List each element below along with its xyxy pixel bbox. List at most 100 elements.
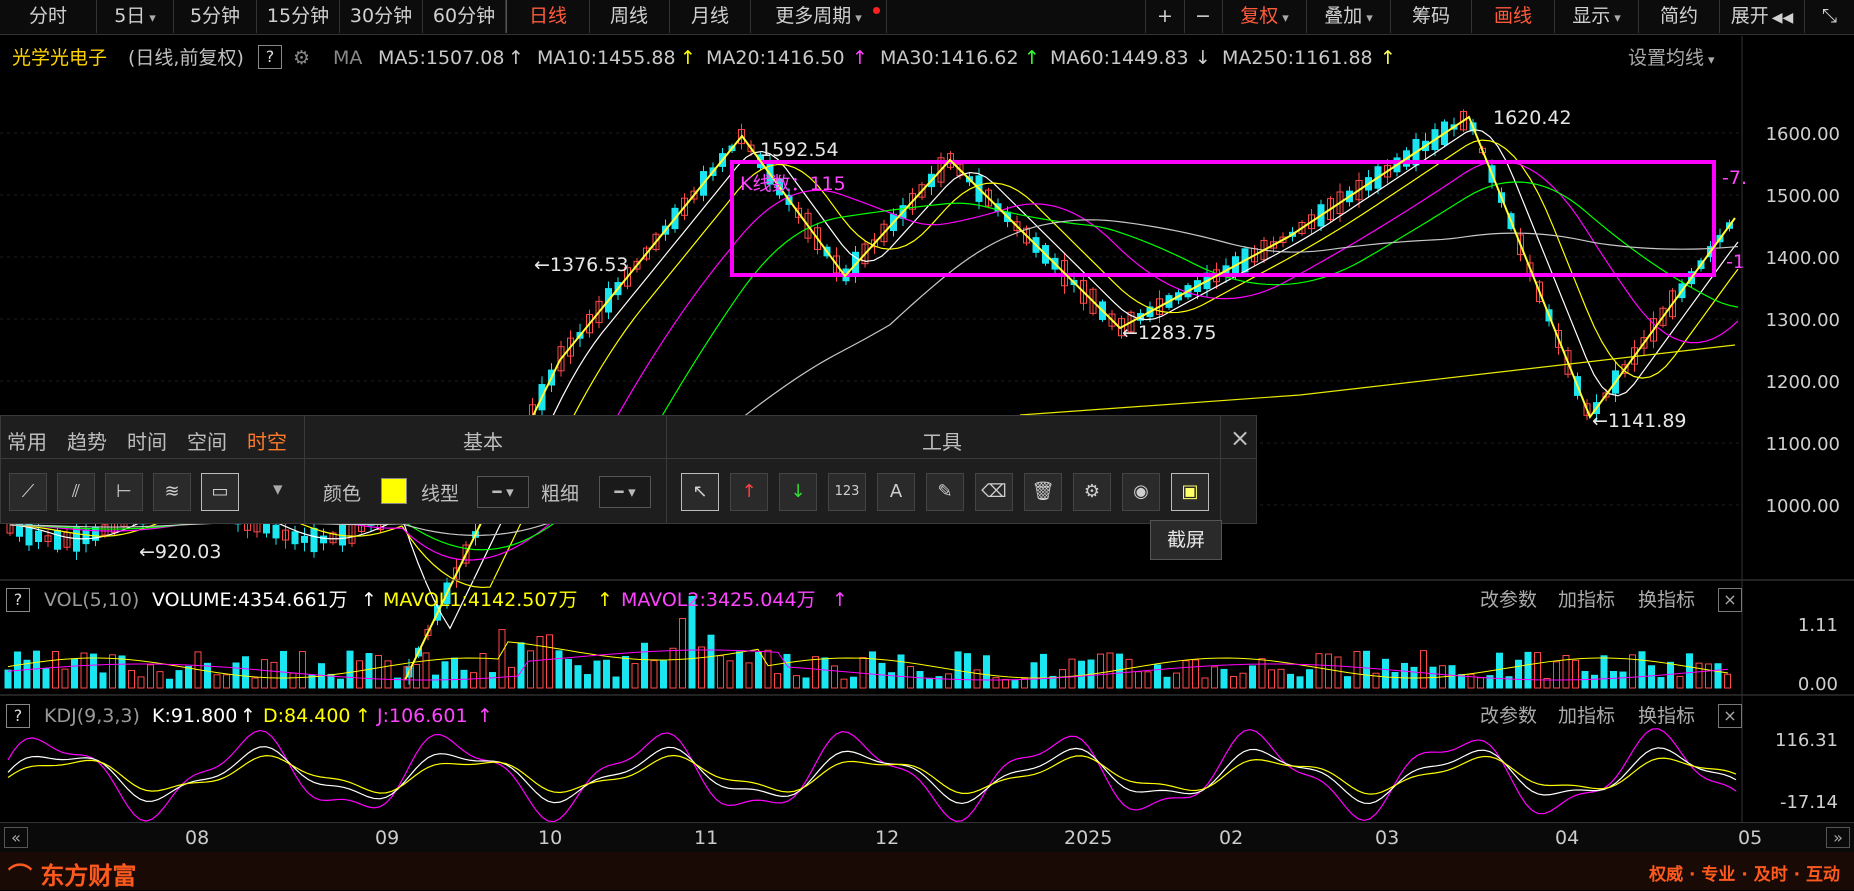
low-label-3: ←1141.89 bbox=[1592, 410, 1687, 432]
candle-body bbox=[310, 527, 318, 553]
price-tick: 1600.00 bbox=[1766, 124, 1840, 145]
high-label-1: 1592.54 bbox=[760, 139, 839, 161]
price-tick: 1400.00 bbox=[1766, 248, 1840, 269]
speed-lines-icon[interactable]: ≋ bbox=[153, 473, 191, 511]
low-label-2: ←1283.75 bbox=[1122, 322, 1217, 344]
edit-params-button[interactable]: 改参数 bbox=[1480, 585, 1537, 615]
scroll-left-icon[interactable]: « bbox=[4, 827, 28, 848]
volume-bar bbox=[156, 671, 164, 689]
volume-bar bbox=[774, 673, 781, 689]
toolbox-tab-trend[interactable]: 趋势 bbox=[67, 426, 107, 455]
gann-fan-icon[interactable]: ⫽ bbox=[57, 473, 95, 511]
arrow-up-marker-icon[interactable]: ↑ bbox=[730, 473, 768, 511]
volume-bar bbox=[1182, 660, 1190, 689]
time-range-icon[interactable]: ⊢ bbox=[105, 473, 143, 511]
volume-bar bbox=[175, 670, 183, 689]
vol-indicator-name: VOL(5,10) bbox=[44, 589, 140, 611]
volume-bar bbox=[356, 660, 363, 689]
kdj-legend-bar: ? KDJ(9,3,3) K:91.800 ↑ D:84.400 ↑ J:106… bbox=[0, 701, 1854, 731]
close-icon[interactable]: × bbox=[1718, 704, 1742, 728]
help-icon[interactable]: ? bbox=[6, 704, 30, 728]
volume-bar bbox=[4, 669, 12, 689]
close-icon[interactable]: × bbox=[1718, 588, 1742, 612]
switch-indicator-button[interactable]: 换指标 bbox=[1638, 701, 1695, 731]
volume-bar bbox=[869, 651, 876, 689]
text-tool-icon[interactable]: A bbox=[877, 473, 915, 511]
toolbox-tab-time[interactable]: 时间 bbox=[127, 426, 167, 455]
switch-indicator-button[interactable]: 换指标 bbox=[1638, 585, 1695, 615]
volume-bar bbox=[1676, 675, 1684, 689]
edit-params-button[interactable]: 改参数 bbox=[1480, 701, 1537, 731]
toolbox-tab-common[interactable]: 常用 bbox=[7, 426, 47, 455]
logo-mark-icon: ⌒ bbox=[8, 862, 41, 890]
volume-bar bbox=[593, 660, 601, 689]
volume-bar bbox=[1382, 658, 1389, 689]
rectangle-tool-icon[interactable]: ▭ bbox=[201, 473, 239, 511]
volume-bar bbox=[793, 675, 800, 689]
volume-bar bbox=[802, 677, 810, 689]
toolbox-tab-space[interactable]: 空间 bbox=[187, 426, 227, 455]
volume-bar bbox=[717, 655, 724, 689]
fan-line-icon[interactable]: ⟋ bbox=[9, 473, 47, 511]
volume-bar bbox=[1154, 664, 1161, 689]
volume-bar bbox=[669, 647, 677, 689]
low-label-1: ←1376.53 bbox=[534, 254, 629, 276]
vol-tick: 1.11 bbox=[1798, 615, 1838, 636]
volume-bar bbox=[745, 662, 753, 689]
volume-bar bbox=[33, 650, 40, 689]
volume-bar bbox=[1638, 651, 1646, 689]
tools-section-title: 工具 bbox=[922, 430, 962, 454]
volume-bar bbox=[1686, 653, 1693, 689]
ruler-icon[interactable]: ✎ bbox=[926, 473, 964, 511]
toolbox-tab-timespace[interactable]: 时空 bbox=[247, 426, 287, 455]
volume-bar bbox=[223, 674, 230, 689]
close-icon[interactable]: × bbox=[1230, 424, 1250, 452]
volume-bar bbox=[1610, 670, 1617, 689]
help-icon[interactable]: ? bbox=[6, 588, 30, 612]
volume-bar bbox=[660, 660, 667, 689]
high-label-2: 1620.42 bbox=[1493, 107, 1572, 129]
arrow-up-icon: ↑ bbox=[477, 705, 493, 727]
eye-icon[interactable]: ◉ bbox=[1122, 473, 1160, 511]
volume-bar bbox=[1106, 652, 1114, 689]
volume-bar bbox=[1163, 676, 1171, 689]
gear-icon[interactable]: ⚙ bbox=[1073, 473, 1111, 511]
footer-bar bbox=[0, 852, 1854, 890]
candle-body bbox=[301, 535, 308, 543]
trash-icon[interactable]: 🗑 bbox=[1024, 473, 1062, 511]
volume-bar bbox=[1695, 662, 1703, 689]
separator bbox=[304, 416, 305, 523]
screenshot-icon[interactable]: ▣ bbox=[1171, 473, 1209, 511]
candle-body bbox=[54, 529, 61, 550]
volume-bar bbox=[888, 672, 895, 689]
volume-bar bbox=[1534, 652, 1541, 689]
candle-body bbox=[272, 524, 280, 539]
volume-bar bbox=[109, 654, 116, 689]
time-tick: 12 bbox=[875, 827, 900, 849]
volume-bar bbox=[1306, 669, 1313, 689]
ma5-line bbox=[9, 128, 1739, 630]
time-tick: 02 bbox=[1219, 827, 1244, 849]
volume-bar bbox=[1277, 668, 1285, 689]
logo-text: 东方财富 bbox=[40, 862, 137, 890]
volume-bar bbox=[1144, 671, 1152, 689]
kdj-tick: -17.14 bbox=[1780, 792, 1838, 813]
volume-value: VOLUME:4354.661万 bbox=[152, 589, 348, 611]
volume-bar bbox=[42, 668, 50, 689]
add-indicator-button[interactable]: 加指标 bbox=[1558, 701, 1615, 731]
volume-bar bbox=[755, 651, 762, 689]
add-indicator-button[interactable]: 加指标 bbox=[1558, 585, 1615, 615]
arrow-down-marker-icon[interactable]: ↓ bbox=[779, 473, 817, 511]
color-swatch[interactable] bbox=[381, 478, 407, 504]
j-value: J:106.601 bbox=[377, 705, 468, 727]
line-type-select[interactable]: ━ ▾ bbox=[477, 476, 529, 508]
time-tick: 11 bbox=[694, 827, 719, 849]
line-width-select[interactable]: ━ ▾ bbox=[599, 476, 651, 508]
volume-bar bbox=[1705, 663, 1712, 689]
pointer-icon[interactable]: ↖ bbox=[681, 473, 719, 511]
eraser-icon[interactable]: ⌫ bbox=[975, 473, 1013, 511]
scroll-right-icon[interactable]: » bbox=[1826, 827, 1850, 848]
number-label-icon[interactable]: 123 bbox=[828, 473, 866, 511]
vol-legend-bar: ? VOL(5,10) VOLUME:4354.661万 ↑ MAVOL1:41… bbox=[0, 585, 1854, 615]
chevron-down-icon[interactable]: ▾ bbox=[273, 478, 283, 500]
